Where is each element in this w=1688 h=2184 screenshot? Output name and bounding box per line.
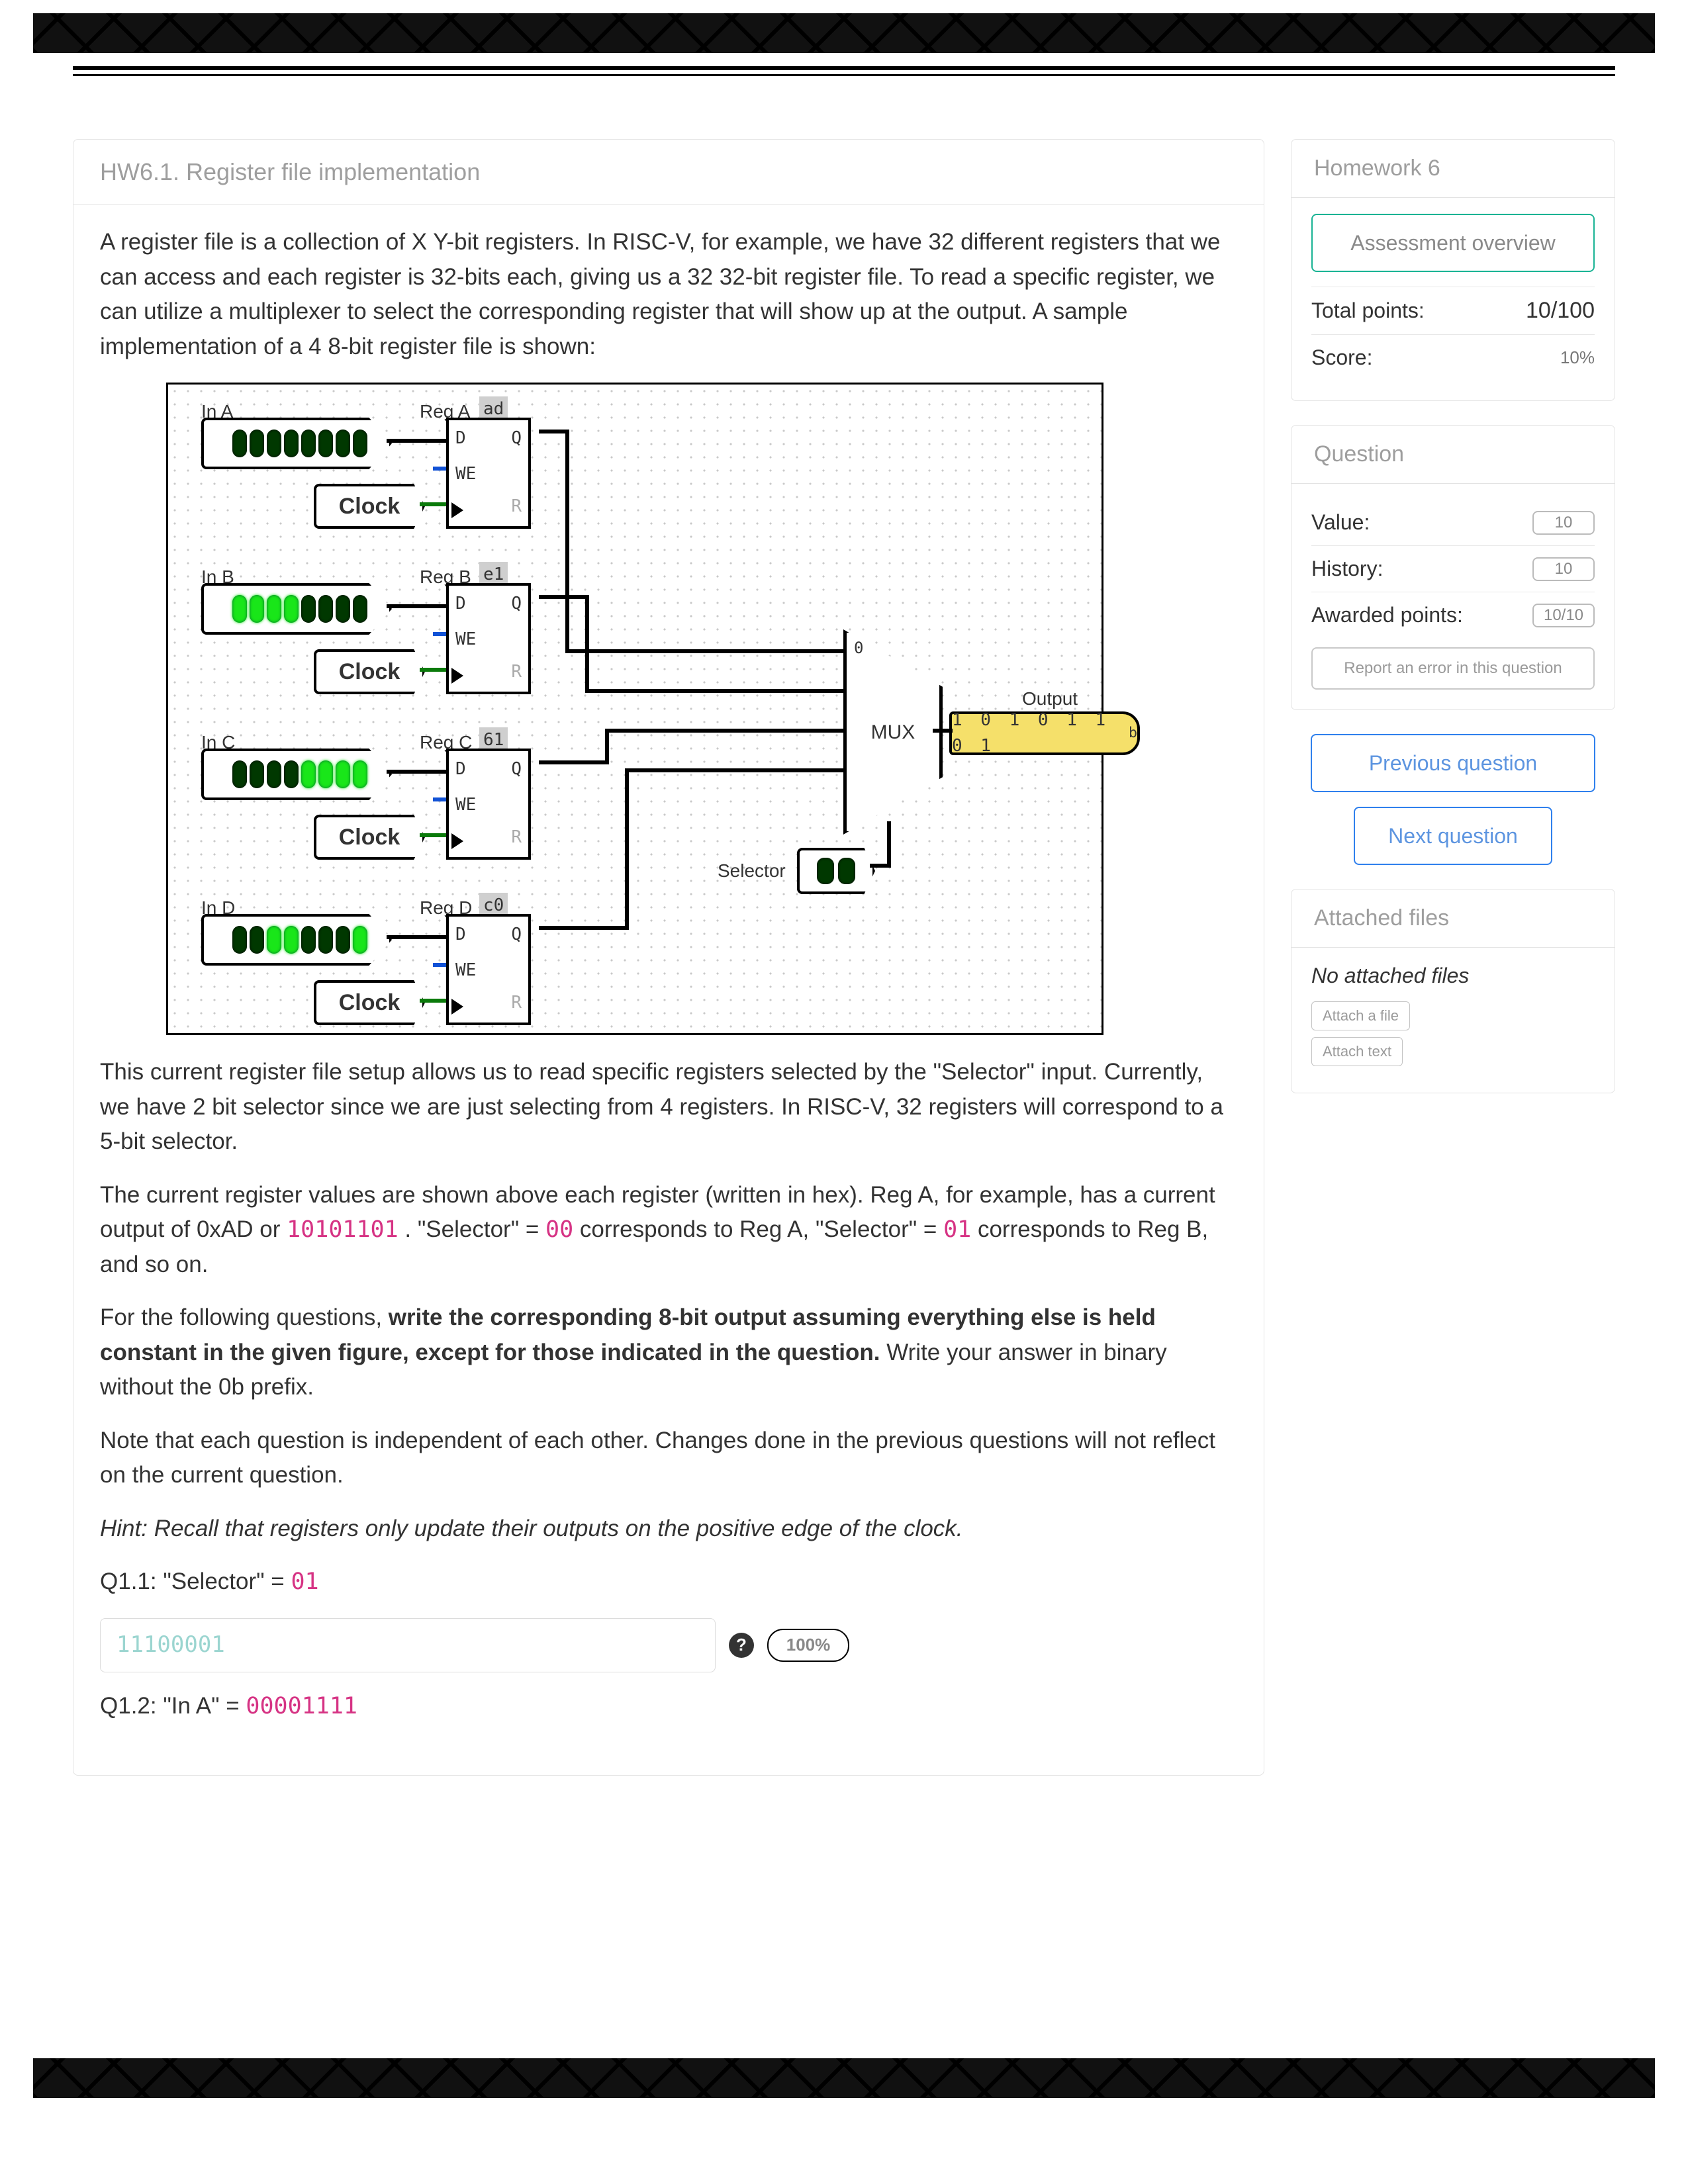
history-pill[interactable]: 10 — [1532, 557, 1595, 581]
attached-files-header: Attached files — [1291, 889, 1615, 948]
question-meta-header: Question — [1291, 426, 1615, 484]
question-nav: Previous question Next question — [1291, 734, 1615, 865]
question-title: HW6.1. Register file implementation — [73, 140, 1264, 205]
value-row: Value: 10 — [1311, 500, 1595, 545]
clock-button[interactable]: Clock — [314, 815, 425, 860]
mux: MUX — [843, 629, 943, 835]
q11-percent-pill: 100% — [767, 1629, 849, 1662]
q12-label: Q1.2: "In A" = 00001111 — [100, 1689, 1237, 1724]
register-row-2: In CReg C61ClockDQWER — [201, 729, 618, 868]
q11-answer-row: 11100001 ? 100% — [100, 1618, 1237, 1672]
clock-button[interactable]: Clock — [314, 980, 425, 1025]
output-display: 1 0 1 0 1 1 0 1b — [949, 711, 1140, 755]
attach-text-button[interactable]: Attach text — [1311, 1037, 1403, 1066]
question-meta-card: Question Value: 10 History: 10 Awarded p… — [1291, 425, 1615, 710]
q11-label: Q1.1: "Selector" = 01 — [100, 1565, 1237, 1600]
next-question-button[interactable]: Next question — [1354, 807, 1552, 865]
page-rule — [73, 66, 1615, 70]
question-card: HW6.1. Register file implementation A re… — [73, 139, 1264, 1776]
history-row: History: 10 — [1311, 545, 1595, 592]
assessment-overview-button[interactable]: Assessment overview — [1311, 214, 1595, 272]
after-fig-1: This current register file setup allows … — [100, 1055, 1237, 1160]
report-error-button[interactable]: Report an error in this question — [1311, 647, 1595, 690]
sidebar: Homework 6 Assessment overview Total poi… — [1291, 139, 1615, 1093]
awarded-pill: 10/10 — [1532, 604, 1595, 627]
clock-button[interactable]: Clock — [314, 649, 425, 694]
page-top-border — [33, 13, 1655, 53]
hint-text: Hint: Recall that registers only update … — [100, 1512, 1237, 1547]
prev-question-button[interactable]: Previous question — [1311, 734, 1595, 792]
homework-card: Homework 6 Assessment overview Total poi… — [1291, 139, 1615, 401]
question-body: A register file is a collection of X Y-b… — [73, 205, 1264, 1775]
no-files-text: No attached files — [1311, 964, 1595, 988]
score-row: Score: 10% — [1311, 334, 1595, 381]
q11-answer-input[interactable]: 11100001 — [100, 1618, 716, 1672]
awarded-row: Awarded points: 10/10 — [1311, 592, 1595, 638]
help-icon[interactable]: ? — [729, 1633, 754, 1658]
homework-title: Homework 6 — [1291, 140, 1615, 198]
page-bottom-border — [33, 2058, 1655, 2098]
value-pill[interactable]: 10 — [1532, 511, 1595, 535]
clock-button[interactable]: Clock — [314, 484, 425, 529]
page-rule-inner — [73, 74, 1615, 76]
total-points-row: Total points: 10/100 — [1311, 287, 1595, 334]
attach-file-button[interactable]: Attach a file — [1311, 1001, 1410, 1030]
task-text: For the following questions, write the c… — [100, 1300, 1237, 1405]
independent-note: Note that each question is independent o… — [100, 1424, 1237, 1493]
after-fig-2: The current register values are shown ab… — [100, 1178, 1237, 1283]
attached-files-card: Attached files No attached files Attach … — [1291, 889, 1615, 1093]
intro-text: A register file is a collection of X Y-b… — [100, 225, 1237, 364]
register-row-1: In BReg Be1ClockDQWER — [201, 563, 618, 702]
selector-input[interactable] — [797, 848, 875, 894]
register-row-3: In DReg Dc0ClockDQWER — [201, 894, 618, 1033]
register-file-diagram: In AReg AadClockDQWER In BReg Be1ClockDQW… — [166, 383, 1103, 1035]
register-row-0: In AReg AadClockDQWER — [201, 398, 618, 537]
